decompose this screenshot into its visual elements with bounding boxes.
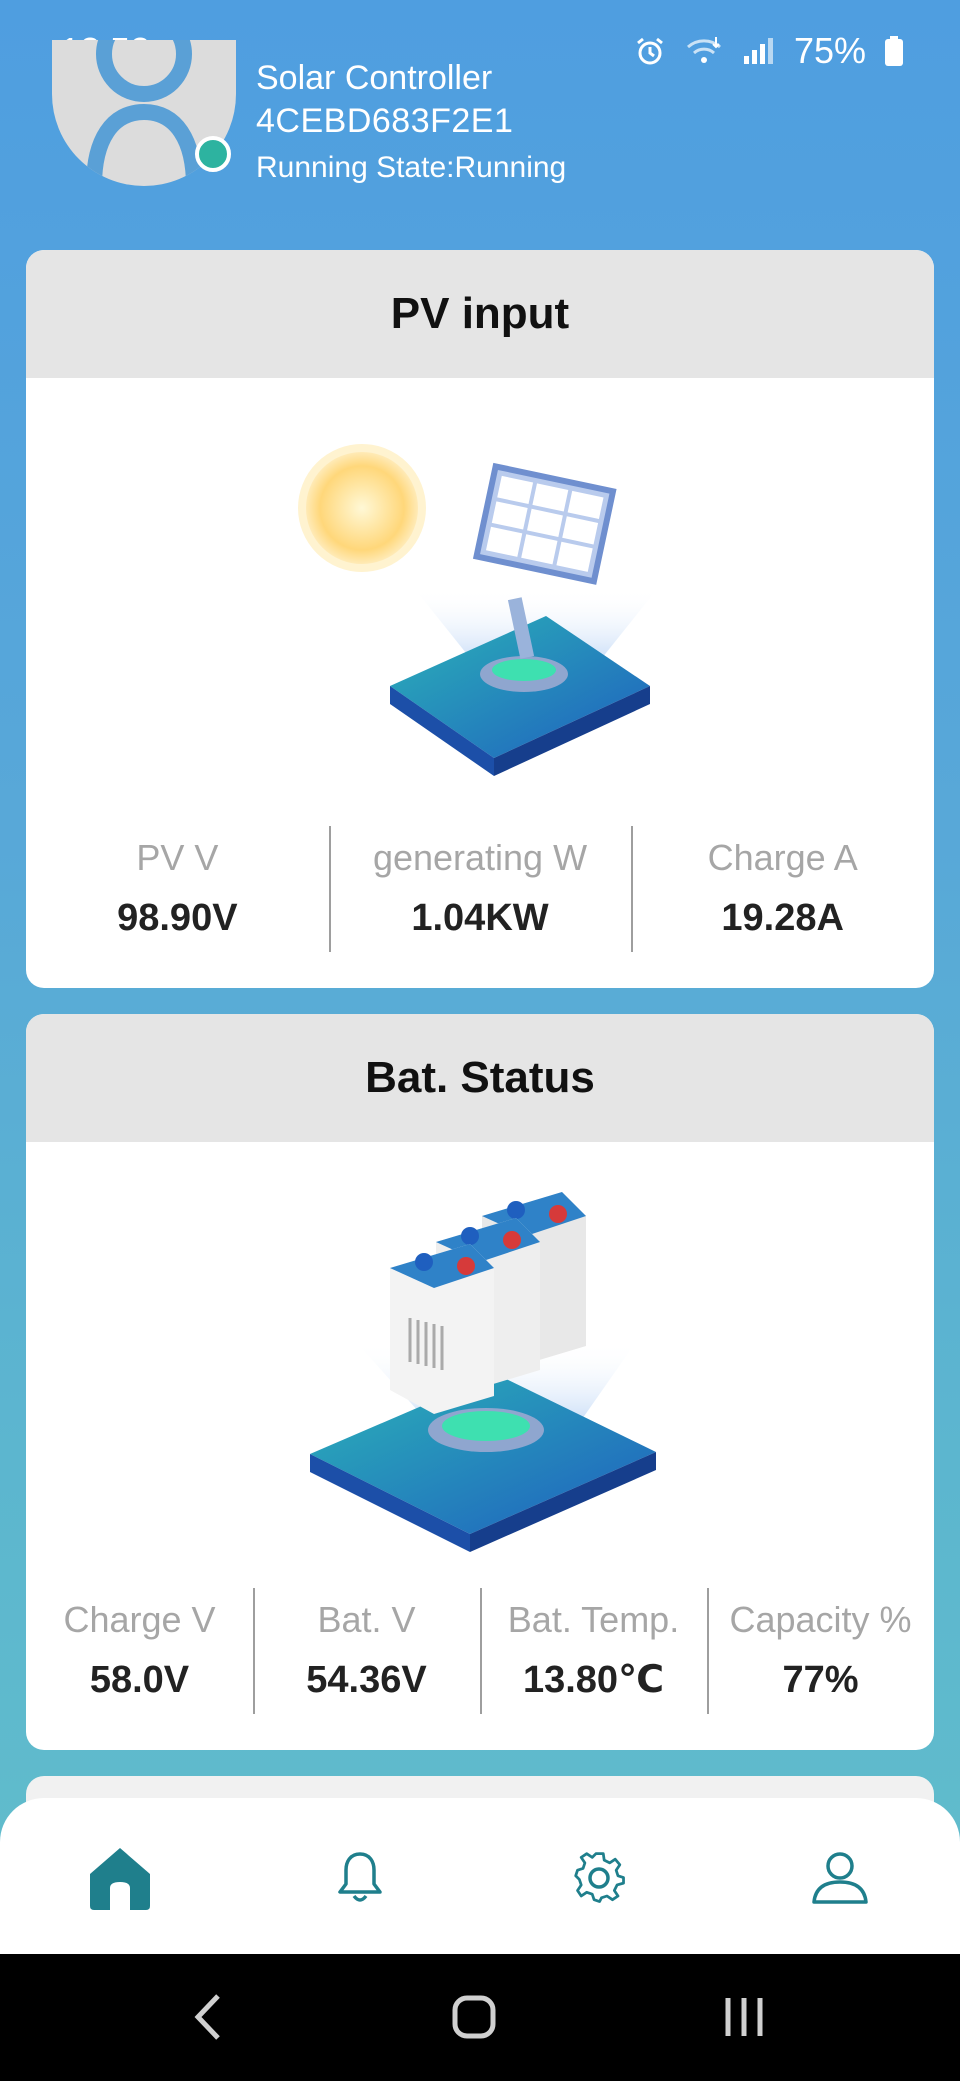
nav-notifications[interactable] — [320, 1838, 400, 1918]
stat-capacity: Capacity % 77% — [707, 1588, 934, 1714]
home-circle-icon — [452, 1995, 496, 2039]
device-info: Solar Controller 4CEBD683F2E1 Running St… — [256, 58, 566, 190]
user-icon — [812, 1852, 868, 1904]
status-icons: 75% — [634, 30, 904, 72]
stat-label: Bat. Temp. — [507, 1599, 680, 1640]
alarm-icon — [634, 35, 666, 67]
stat-battery-voltage: Bat. V 54.36V — [253, 1588, 480, 1714]
home-button[interactable] — [450, 1990, 498, 2049]
bottom-nav — [0, 1798, 960, 1954]
battery-percent: 75% — [793, 30, 866, 71]
stat-charge-voltage: Charge V 58.0V — [26, 1588, 253, 1710]
stat-value: 19.28A — [721, 897, 844, 939]
battery-icon — [884, 35, 904, 67]
system-nav-bar — [0, 1954, 960, 2081]
pv-stats: PV V 98.90V generating W 1.04KW Charge A… — [26, 826, 934, 952]
stat-label: Charge A — [707, 837, 858, 878]
pv-input-card[interactable]: PV input PV V 98.90V generating W 1.04KW… — [26, 250, 934, 988]
stat-value: 13.80℃ — [522, 1659, 665, 1701]
nav-profile[interactable] — [800, 1838, 880, 1918]
gear-icon — [574, 1852, 625, 1903]
stat-charge-current: Charge A 19.28A — [631, 826, 934, 952]
stat-label: generating W — [372, 837, 588, 878]
stat-value: 58.0V — [89, 1659, 190, 1701]
device-id: 4CEBD683F2E1 — [256, 102, 514, 140]
battery-stats: Charge V 58.0V Bat. V 54.36V Bat. Temp. … — [26, 1588, 934, 1714]
stat-label: PV V — [136, 837, 219, 878]
stat-value: 77% — [782, 1659, 859, 1701]
back-icon — [194, 1994, 220, 2040]
stat-pv-voltage: PV V 98.90V — [26, 826, 329, 948]
battery-illustration: Charge V 58.0V Bat. V 54.36V Bat. Temp. … — [26, 1142, 934, 1750]
stat-value: 1.04KW — [411, 897, 549, 939]
recents-button[interactable] — [720, 1990, 768, 2049]
wifi-icon — [684, 35, 724, 67]
stat-label: Capacity % — [729, 1599, 912, 1640]
running-state: Running State:Running — [256, 151, 567, 184]
online-status-dot — [195, 136, 231, 172]
battery-card-title: Bat. Status — [26, 1014, 934, 1142]
stat-label: Charge V — [63, 1599, 216, 1640]
stat-value: 54.36V — [306, 1659, 427, 1701]
home-icon — [90, 1848, 150, 1910]
stat-battery-temperature: Bat. Temp. 13.80℃ — [480, 1588, 707, 1714]
back-button[interactable] — [188, 1990, 228, 2049]
device-name: Solar Controller — [256, 59, 493, 96]
stat-label: Bat. V — [317, 1599, 416, 1640]
stat-value: 98.90V — [117, 897, 238, 939]
solar-panel-illustration: PV V 98.90V generating W 1.04KW Charge A… — [26, 378, 934, 988]
nav-settings[interactable] — [560, 1838, 640, 1918]
bell-icon — [338, 1852, 382, 1902]
stat-generating-power: generating W 1.04KW — [328, 826, 632, 952]
recents-icon — [725, 1998, 763, 2036]
pv-card-title: PV input — [26, 250, 934, 378]
signal-icon — [742, 36, 776, 66]
battery-status-card[interactable]: Bat. Status Charge V 58.0V Bat. V 54.36V… — [26, 1014, 934, 1750]
nav-home[interactable] — [80, 1838, 160, 1918]
